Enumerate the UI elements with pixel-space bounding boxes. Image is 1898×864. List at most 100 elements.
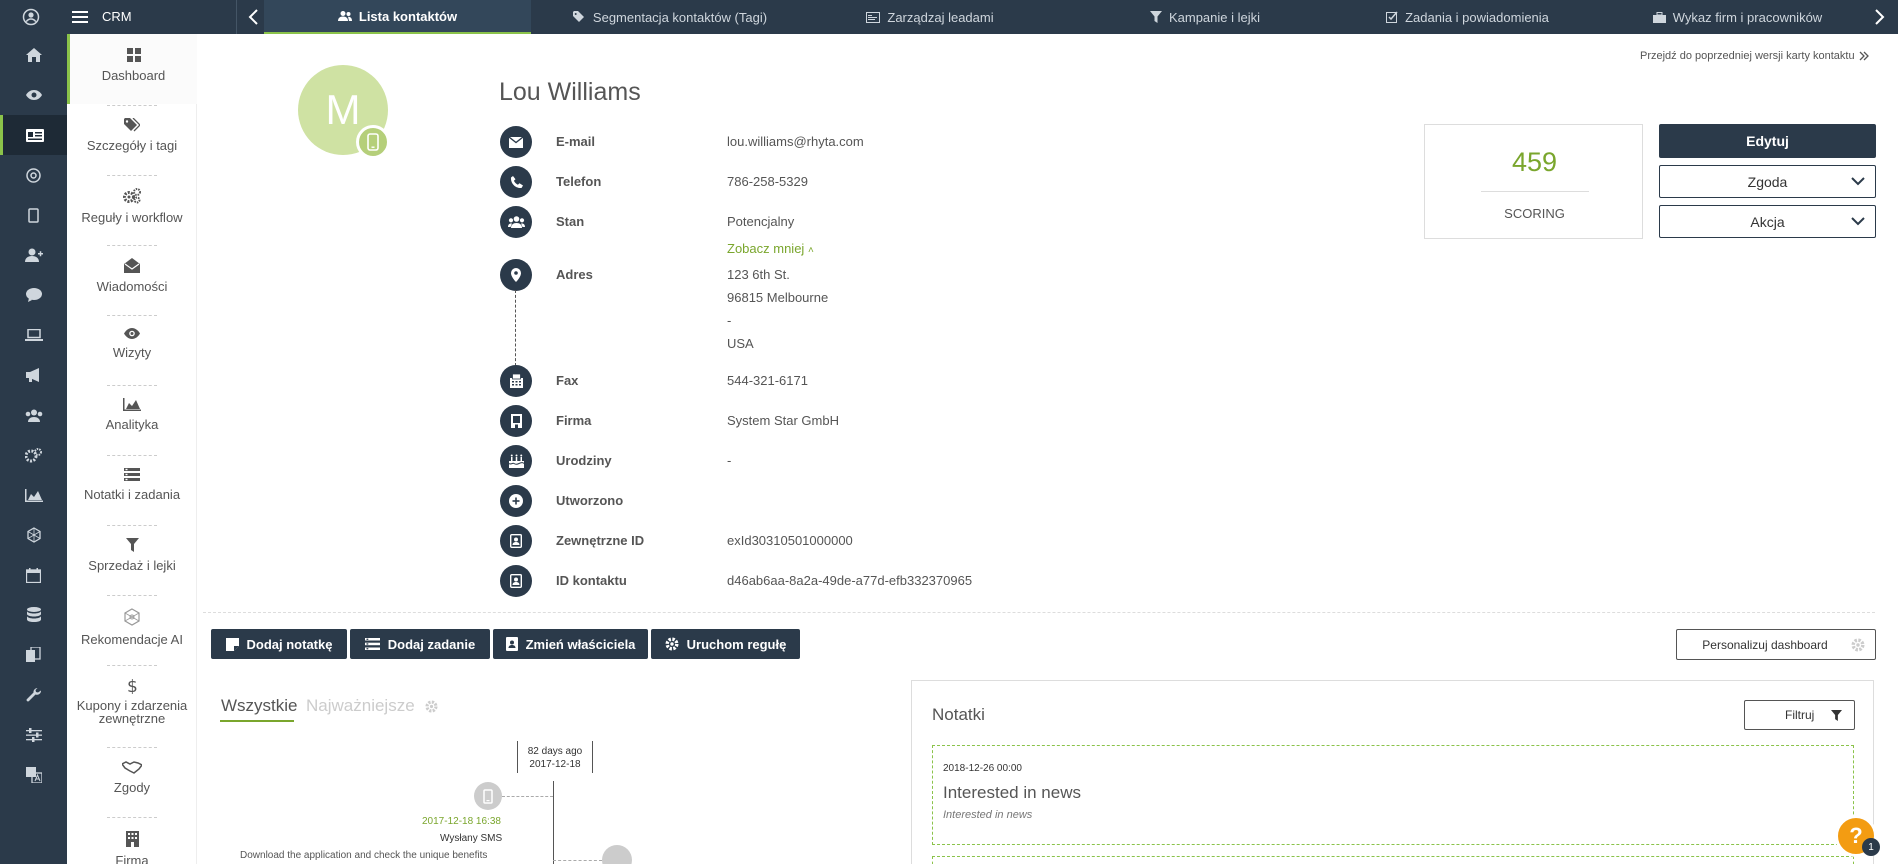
tab-all-activity[interactable]: Wszystkie (221, 696, 298, 716)
add-task-label: Dodaj zadanie (387, 636, 476, 652)
chevron-left-icon[interactable] (246, 8, 262, 26)
subnav-messages[interactable]: Wiadomości (67, 244, 197, 314)
rail-at-icon[interactable] (0, 155, 67, 195)
change-owner-button[interactable]: Zmień właściciela (493, 629, 648, 659)
rail-wrench-icon[interactable] (0, 675, 67, 715)
filter-label: Filtruj (1785, 708, 1815, 722)
tab-companies[interactable]: Wykaz firm i pracowników (1650, 0, 1825, 34)
add-task-button[interactable]: Dodaj zadanie (350, 629, 490, 659)
subnav-notes-tasks[interactable]: Notatki i zadania (67, 454, 197, 524)
address-connector (515, 290, 516, 366)
tab-leads[interactable]: Zarządzaj leadami (860, 0, 1000, 34)
run-rule-button[interactable]: Uruchom regułę (651, 629, 800, 659)
subnav-label: Zgody (113, 780, 151, 795)
tab-contact-list[interactable]: Lista kontaktów (264, 0, 531, 34)
field-label-birthday: Urodziny (556, 453, 612, 468)
dashboard-icon (126, 48, 141, 62)
add-note-button[interactable]: Dodaj notatkę (211, 629, 347, 659)
tab-campaigns[interactable]: Kampanie i lejki (1140, 0, 1270, 34)
scoring-label: SCORING (1504, 206, 1565, 221)
contact-card-icon (500, 565, 532, 597)
subnav-rules-workflow[interactable]: Reguły i workflow (67, 174, 197, 244)
note-body: Interested in news (943, 809, 1033, 821)
rail-chat-icon[interactable] (0, 275, 67, 315)
action-dropdown[interactable]: Akcja (1659, 205, 1876, 238)
hamburger-menu-icon[interactable] (72, 9, 88, 25)
subnav-consents[interactable]: Zgody (67, 747, 197, 817)
subnav-ai-recommendations[interactable]: Rekomendacje AI (67, 594, 197, 664)
note-card[interactable] (932, 856, 1854, 864)
personalize-dashboard-button[interactable]: Personalizuj dashboard (1676, 629, 1876, 660)
rail-cogs-icon[interactable] (0, 435, 67, 475)
address-line: USA (727, 336, 754, 351)
rail-group-icon[interactable] (0, 395, 67, 435)
subnav-analytics[interactable]: Analityka (67, 384, 197, 454)
subnav-company[interactable]: Firma (67, 817, 197, 864)
note-title: Interested in news (943, 783, 1081, 802)
notes-filter-button[interactable]: Filtruj (1744, 700, 1855, 730)
subnav-sales-funnels[interactable]: Sprzedaż i lejki (67, 524, 197, 594)
rail-eye-icon[interactable] (0, 75, 67, 115)
field-label-contact-id: ID kontaktu (556, 573, 627, 588)
timeline-date: 2017-12-18 (529, 759, 581, 770)
change-owner-label: Zmień właściciela (525, 636, 636, 652)
rail-calendar-icon[interactable] (0, 555, 67, 595)
area-chart-icon (123, 398, 141, 411)
see-less-link[interactable]: Zobacz mniej ˄ (727, 241, 814, 256)
rail-megaphone-icon[interactable] (0, 355, 67, 395)
field-value-fax: 544-321-6171 (727, 373, 808, 388)
rail-laptop-icon[interactable] (0, 315, 67, 355)
section-divider (203, 612, 1875, 613)
subnav-label: Sprzedaż i lejki (88, 558, 176, 573)
tab-tasks[interactable]: Zadania i powiadomienia (1380, 0, 1555, 34)
subnav-label: Reguły i workflow (81, 210, 183, 225)
rail-ai-icon[interactable] (0, 515, 67, 555)
personalize-label: Personalizuj dashboard (1702, 637, 1828, 652)
briefcase-icon (1652, 11, 1666, 23)
rail-add-user-icon[interactable] (0, 235, 67, 275)
subnav-coupons-events[interactable]: $ Kupony i zdarzenia zewnętrzne (67, 664, 197, 734)
prev-version-link[interactable]: Przejdź do poprzedniej wersji karty kont… (1640, 50, 1869, 62)
group-icon (500, 206, 532, 238)
field-value-status: Potencjalny (727, 214, 795, 229)
subnav-label: Dashboard (101, 68, 166, 83)
timeline-event-icon[interactable] (602, 845, 632, 864)
gear-icon[interactable] (425, 700, 438, 713)
eye-icon (124, 328, 140, 339)
tab-segmentation[interactable]: Segmentacja kontaktów (Tagi) (560, 0, 780, 34)
icon-rail (0, 34, 67, 864)
rail-home-icon[interactable] (0, 35, 67, 75)
field-value-email[interactable]: lou.williams@rhyta.com (727, 134, 864, 149)
rail-documents-icon[interactable] (0, 635, 67, 675)
field-label-created: Utworzono (556, 493, 624, 508)
rail-contacts-icon[interactable] (0, 115, 67, 155)
user-icon[interactable] (22, 8, 40, 26)
rail-chart-icon[interactable] (0, 475, 67, 515)
funnel-icon (1831, 710, 1842, 721)
subnav-dashboard[interactable]: Dashboard (67, 34, 197, 104)
sms-mobile-icon[interactable] (474, 782, 502, 810)
consent-dropdown[interactable]: Zgoda (1659, 165, 1876, 198)
building-icon (500, 405, 532, 437)
rail-sliders-icon[interactable] (0, 715, 67, 755)
chevron-right-icon[interactable] (1872, 8, 1886, 26)
svg-text:$: $ (127, 678, 137, 694)
rail-mobile-icon[interactable] (0, 195, 67, 235)
rail-database-icon[interactable] (0, 595, 67, 635)
address-line: 96815 Melbourne (727, 290, 829, 305)
timeline-event-title: Wysłany SMS (440, 833, 503, 844)
field-value-phone[interactable]: 786-258-5329 (727, 174, 808, 189)
timeline-event-time: 2017-12-18 16:38 (422, 816, 501, 827)
note-icon (225, 637, 239, 651)
active-tab-underline (220, 720, 294, 722)
rail-translate-icon[interactable] (0, 755, 67, 795)
field-value-company[interactable]: System Star GmbH (727, 413, 839, 428)
tab-important-activity[interactable]: Najważniejsze (306, 696, 438, 716)
mobile-badge-icon (356, 125, 390, 159)
subnav-visits[interactable]: Wizyty (67, 314, 197, 384)
edit-button[interactable]: Edytuj (1659, 124, 1876, 158)
subnav-details-tags[interactable]: Szczegóły i tagi (67, 104, 197, 174)
plus-circle-icon (500, 485, 532, 517)
timeline-connector (502, 796, 553, 797)
handshake-icon (122, 761, 142, 774)
